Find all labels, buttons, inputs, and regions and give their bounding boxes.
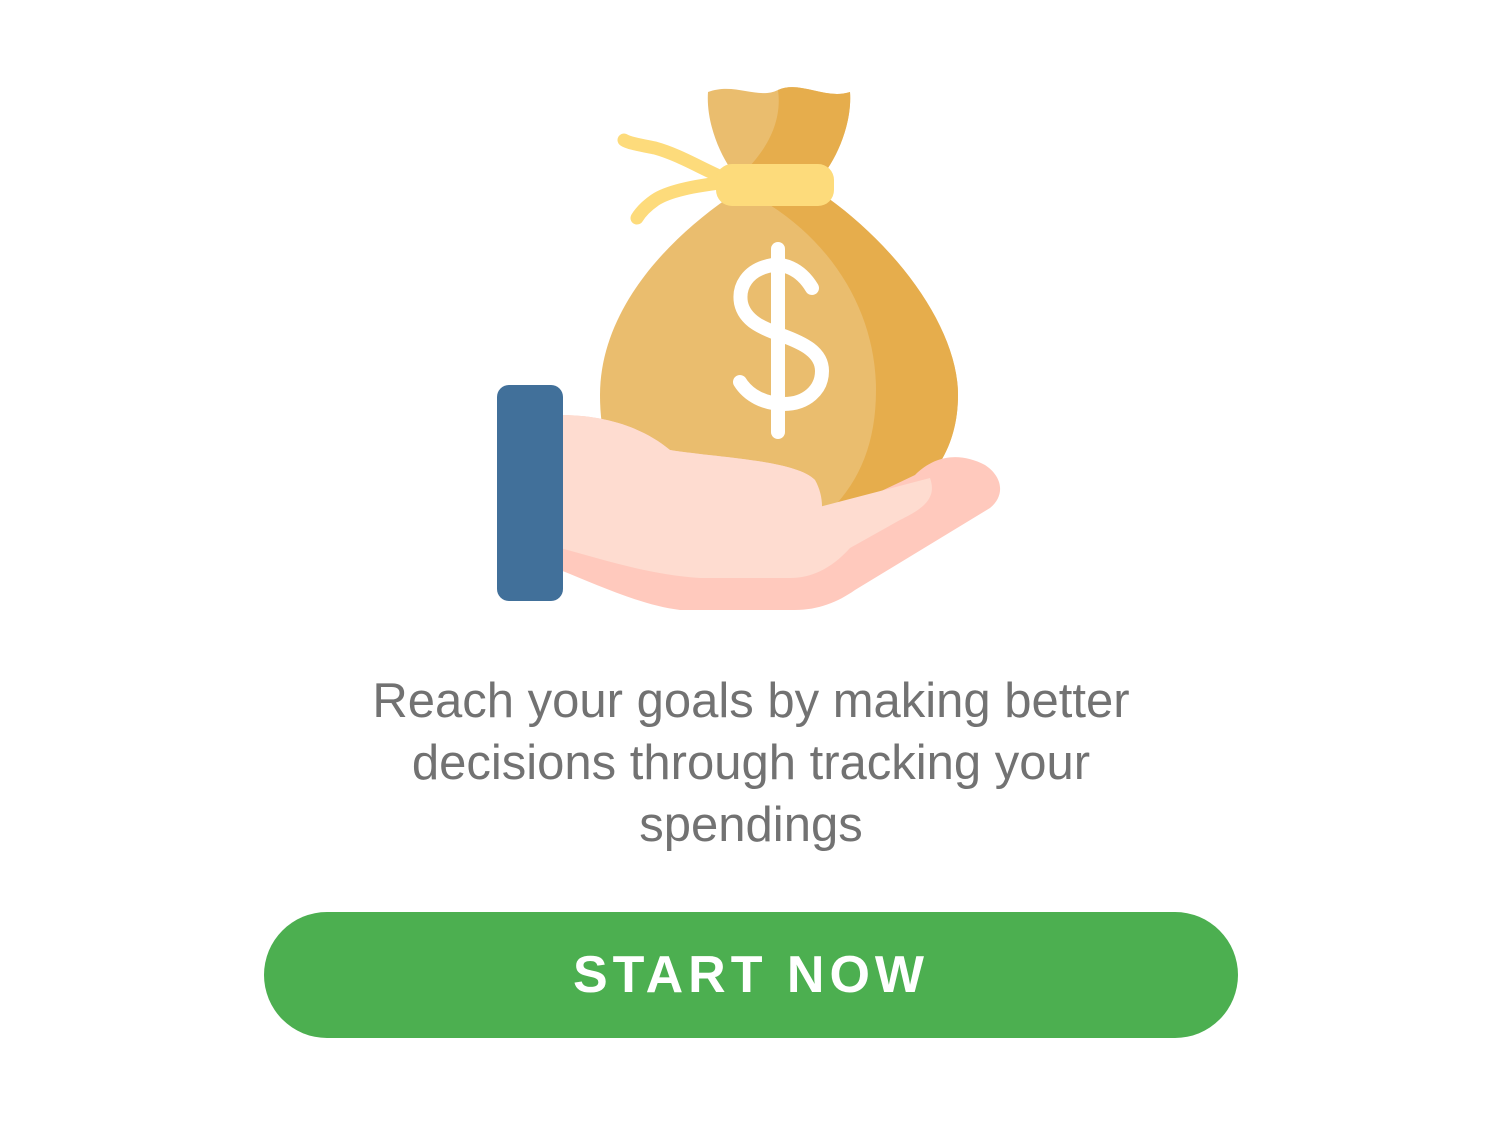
onboarding-screen: Reach your goals by making better decisi… — [0, 0, 1502, 1126]
hand-holding-money-bag-icon — [490, 78, 1020, 618]
start-now-button[interactable]: START NOW — [264, 912, 1238, 1038]
onboarding-tagline: Reach your goals by making better decisi… — [372, 674, 1130, 852]
